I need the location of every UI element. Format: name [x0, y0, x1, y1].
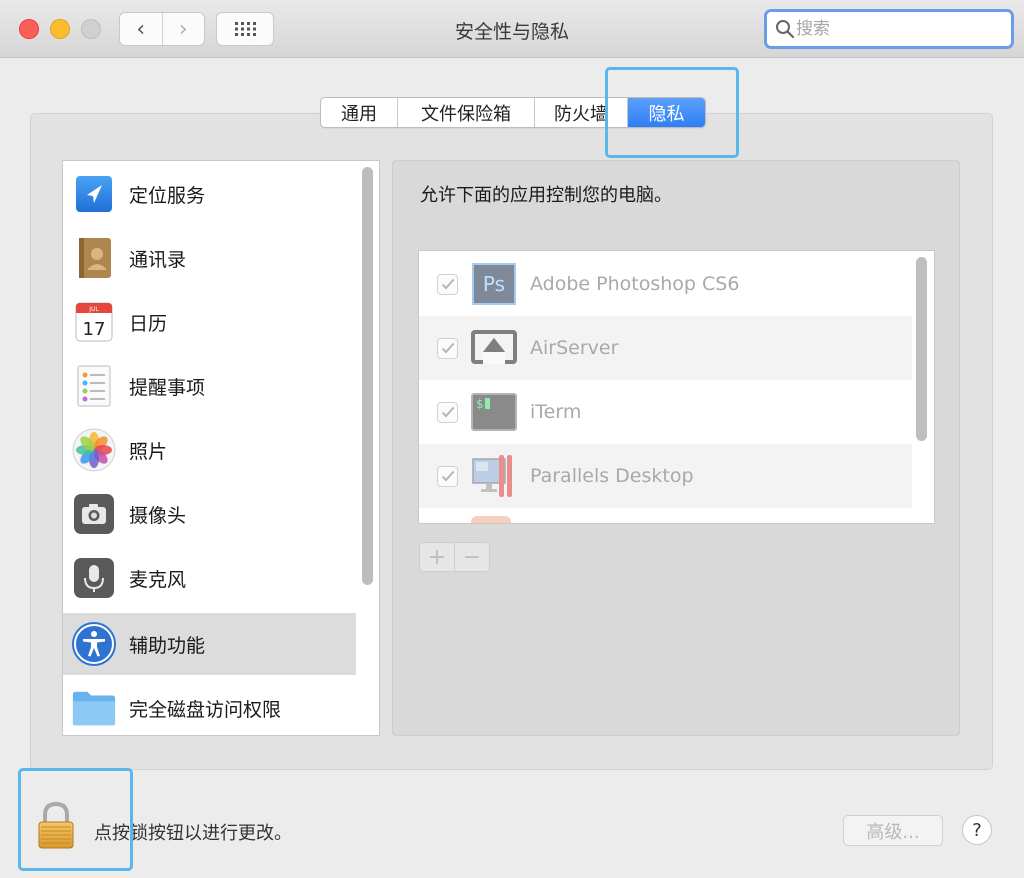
app-name: iTerm	[530, 401, 582, 423]
app-row-photoshop[interactable]: Ps Adobe Photoshop CS6	[419, 252, 912, 316]
sidebar-item-label: 辅助功能	[129, 634, 206, 657]
iterm-icon: $	[471, 389, 517, 435]
checkmark-icon	[441, 470, 454, 482]
parallels-icon	[471, 453, 517, 499]
search-field[interactable]	[764, 9, 1014, 49]
sidebar-item-label: 定位服务	[129, 184, 206, 207]
camera-icon	[71, 491, 117, 537]
app-list[interactable]: Ps Adobe Photoshop CS6 AirServer $ iTerm…	[418, 250, 935, 524]
privacy-category-list[interactable]: 定位服务 通讯录 JUL 17 日历 提醒事项 照片 摄像头 麦克风 辅助功能 …	[62, 160, 380, 736]
app-checkbox[interactable]	[437, 465, 458, 487]
pane-description: 允许下面的应用控制您的电脑。	[420, 185, 672, 206]
photos-icon	[71, 427, 117, 473]
sidebar-item-label: 完全磁盘访问权限	[129, 698, 282, 721]
app-row-partial	[419, 508, 912, 523]
sidebar-item-label: 通讯录	[129, 248, 187, 271]
sidebar-item-full-disk-access[interactable]: 完全磁盘访问权限	[63, 677, 356, 735]
location-icon	[71, 171, 117, 217]
microphone-icon	[71, 555, 117, 601]
search-input[interactable]	[796, 19, 996, 39]
search-icon	[774, 18, 796, 40]
app-checkbox[interactable]	[437, 273, 458, 295]
sidebar-scrollbar[interactable]	[362, 167, 373, 585]
app-icon-partial	[471, 516, 511, 523]
title-bar: ‹ › 安全性与隐私	[0, 0, 1024, 58]
remove-app-button[interactable]: −	[454, 543, 489, 571]
plus-icon: +	[427, 544, 447, 570]
sidebar-item-reminders[interactable]: 提醒事项	[63, 355, 356, 417]
sidebar-item-contacts[interactable]: 通讯录	[63, 227, 356, 289]
sidebar-item-label: 提醒事项	[129, 376, 206, 399]
app-row-iterm[interactable]: $ iTerm	[419, 380, 912, 444]
sidebar-item-photos[interactable]: 照片	[63, 419, 356, 481]
contacts-icon	[71, 235, 117, 281]
photoshop-icon: Ps	[471, 261, 517, 307]
checkmark-icon	[441, 278, 454, 290]
svg-text:Ps: Ps	[483, 272, 505, 296]
app-list-scrollbar[interactable]	[916, 257, 927, 441]
app-checkbox[interactable]	[437, 401, 458, 423]
sidebar-item-microphone[interactable]: 麦克风	[63, 547, 356, 609]
airserver-icon	[471, 325, 517, 371]
reminders-icon	[71, 363, 117, 409]
app-row-parallels[interactable]: Parallels Desktop	[419, 444, 912, 508]
sidebar-item-label: 日历	[129, 312, 168, 335]
tab-general[interactable]: 通用	[321, 98, 398, 127]
svg-text:JUL: JUL	[88, 306, 99, 313]
sidebar-item-calendar[interactable]: JUL 17 日历	[63, 291, 356, 353]
app-name: Adobe Photoshop CS6	[530, 273, 740, 295]
highlight-box-lock	[18, 768, 133, 871]
add-remove-group: + −	[419, 542, 490, 572]
highlight-box-privacy-tab	[605, 67, 739, 158]
sidebar-item-camera[interactable]: 摄像头	[63, 483, 356, 545]
add-app-button[interactable]: +	[420, 543, 454, 571]
folder-icon	[71, 685, 117, 731]
minus-icon: −	[462, 544, 482, 570]
svg-text:$: $	[476, 397, 483, 411]
sidebar-item-label: 麦克风	[129, 568, 187, 591]
checkmark-icon	[441, 342, 454, 354]
help-button[interactable]: ?	[962, 815, 992, 845]
tab-filevault[interactable]: 文件保险箱	[398, 98, 535, 127]
calendar-icon: JUL 17	[71, 299, 117, 345]
app-name: AirServer	[530, 337, 619, 359]
app-name: Parallels Desktop	[530, 465, 694, 487]
sidebar-item-label: 摄像头	[129, 504, 187, 527]
advanced-button[interactable]: 高级...	[843, 815, 943, 846]
app-row-airserver[interactable]: AirServer	[419, 316, 912, 380]
checkmark-icon	[441, 406, 454, 418]
accessibility-icon	[71, 621, 117, 667]
svg-text:17: 17	[83, 319, 106, 340]
sidebar-item-accessibility[interactable]: 辅助功能	[63, 613, 356, 675]
sidebar-item-label: 照片	[129, 440, 168, 463]
sidebar-item-location-services[interactable]: 定位服务	[63, 163, 356, 225]
app-checkbox[interactable]	[437, 337, 458, 359]
